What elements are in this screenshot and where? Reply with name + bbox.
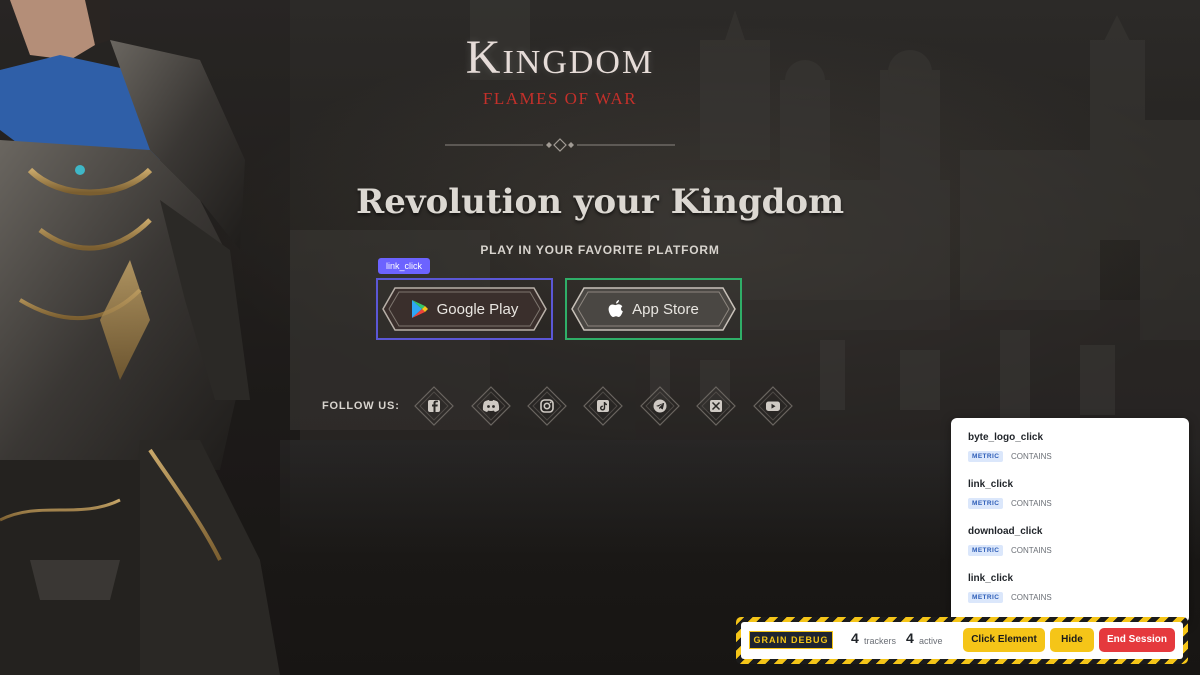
instagram-link[interactable]: [526, 385, 568, 427]
tracker-type-badge: METRIC: [968, 451, 1004, 462]
game-logo[interactable]: Kingdom Flames of War: [430, 28, 690, 120]
tracker-type-badge: METRIC: [968, 498, 1004, 509]
tracker-match-type: CONTAINS: [1011, 499, 1052, 508]
youtube-link[interactable]: [752, 385, 794, 427]
click-element-button[interactable]: Click Element: [963, 628, 1045, 652]
tracker-list-panel: byte_logo_click METRIC CONTAINS link_cli…: [951, 418, 1189, 623]
facebook-icon: [414, 386, 454, 426]
tracker-match-type: CONTAINS: [1011, 593, 1052, 602]
tiktok-icon: [583, 386, 623, 426]
discord-icon: [471, 386, 511, 426]
trackers-count: 4: [851, 630, 859, 646]
active-count: 4: [906, 630, 914, 646]
tracker-type-badge: METRIC: [968, 592, 1004, 603]
tracker-type-badge: METRIC: [968, 545, 1004, 556]
hero-headline: Revolution your Kingdom: [355, 182, 845, 222]
grain-debug-bar: GRAIN DEBUG 4 trackers 4 active Click El…: [736, 617, 1188, 664]
grain-debug-label: GRAIN DEBUG: [749, 631, 833, 649]
end-session-button[interactable]: End Session: [1099, 628, 1175, 652]
telegram-link[interactable]: [639, 385, 681, 427]
logo-subtitle: Flames of War: [482, 89, 638, 108]
youtube-icon: [753, 386, 793, 426]
tracker-item[interactable]: download_click METRIC CONTAINS: [961, 518, 1179, 560]
apple-icon: [608, 299, 623, 317]
tracker-name: download_click: [968, 526, 1043, 537]
logo-title: Kingdom: [465, 31, 655, 84]
active-count-label: active: [919, 636, 943, 646]
tracker-name: link_click: [968, 573, 1014, 584]
tracker-item[interactable]: link_click METRIC CONTAINS: [961, 471, 1179, 513]
tracker-name: link_click: [968, 479, 1014, 490]
tracker-match-type: CONTAINS: [1011, 452, 1052, 461]
x-icon: [696, 386, 736, 426]
tiktok-link[interactable]: [582, 385, 624, 427]
google-play-label: Google Play: [436, 300, 519, 318]
debug-element-tag: link_click: [378, 258, 431, 274]
tracker-item[interactable]: byte_logo_click METRIC CONTAINS: [961, 424, 1179, 466]
x-link[interactable]: [695, 385, 737, 427]
app-store-button[interactable]: App Store: [565, 278, 742, 340]
tracker-match-type: CONTAINS: [1011, 546, 1052, 555]
google-play-button[interactable]: Google Play: [376, 278, 553, 340]
instagram-icon: [527, 386, 567, 426]
google-play-icon: [411, 300, 428, 318]
app-store-label: App Store: [632, 300, 699, 318]
hide-button[interactable]: Hide: [1050, 628, 1094, 652]
tracker-item[interactable]: link_click METRIC CONTAINS: [961, 565, 1179, 607]
tracker-name: byte_logo_click: [968, 432, 1044, 443]
facebook-link[interactable]: [413, 385, 455, 427]
telegram-icon: [640, 386, 680, 426]
ornament-divider: [445, 138, 675, 152]
knight-character-art: [0, 0, 290, 675]
discord-link[interactable]: [470, 385, 512, 427]
platform-caption: PLAY IN YOUR FAVORITE PLATFORM: [480, 243, 720, 257]
trackers-count-label: trackers: [864, 636, 897, 646]
follow-us-label: FOLLOW US:: [322, 400, 400, 412]
